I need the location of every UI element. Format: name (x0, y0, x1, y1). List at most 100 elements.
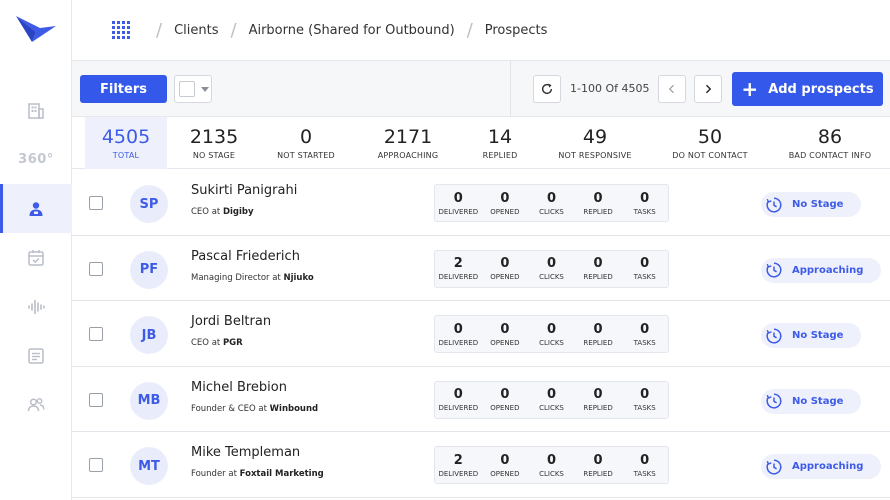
prospect-row[interactable]: PF Pascal Friederich Managing Director a… (72, 236, 890, 301)
prospect-company: Foxtail Marketing (239, 469, 324, 479)
prospect-row[interactable]: SP Sukirti Panigrahi CEO at Digiby 0 DELI… (72, 170, 890, 236)
stage-badge[interactable]: Approaching (761, 257, 882, 283)
stat-no-stage[interactable]: 2135 NO STAGE (174, 117, 254, 169)
prospect-name[interactable]: Pascal Friederich (191, 249, 300, 264)
avatar-initials: PF (139, 262, 159, 277)
sidebar-item-team[interactable] (0, 380, 72, 429)
prospect-name[interactable]: Jordi Beltran (191, 314, 271, 329)
breadcrumb-separator: / (466, 19, 473, 41)
bulk-select-dropdown[interactable] (174, 75, 212, 103)
stat-total[interactable]: 4505 TOTAL (85, 117, 167, 169)
sidebar-item-companies[interactable] (0, 86, 72, 135)
stat-label: APPROACHING (377, 151, 439, 160)
metric-value: 0 (453, 190, 463, 206)
metric-label: DELIVERED (438, 273, 479, 281)
users-icon (27, 397, 45, 411)
row-checkbox[interactable] (89, 458, 103, 472)
stat-not-responsive[interactable]: 49 NOT RESPONSIVE (550, 117, 640, 169)
stat-bad-contact-info[interactable]: 86 BAD CONTACT INFO (780, 117, 880, 169)
breadcrumb-item-clients[interactable]: Clients (174, 23, 218, 38)
metric-opened: 0 OPENED (482, 185, 529, 221)
stat-value: 4505 (101, 126, 151, 148)
audio-wave-icon (28, 299, 45, 314)
metric-label: REPLIED (583, 469, 613, 478)
metric-replied: 0 REPLIED (575, 447, 622, 483)
sidebar-item-360[interactable]: 360° (0, 135, 72, 184)
prospect-row[interactable]: MT Mike Templeman Founder at Foxtail Mar… (72, 432, 890, 498)
metric-value: 0 (640, 256, 650, 271)
metric-value: 0 (453, 387, 463, 402)
avatar: MB (130, 381, 168, 420)
stage-badge[interactable]: No Stage (761, 192, 862, 217)
metric-clicks: 0 CLICKS (528, 447, 575, 483)
engagement-metrics: 2 DELIVERED 0 OPENED 0 CLICKS 0 REPLIED 0 TASKS (434, 249, 669, 288)
prev-page-button[interactable] (658, 75, 686, 103)
metric-clicks: 0 CLICKS (528, 382, 575, 418)
prospect-company: PGR (222, 338, 243, 348)
stat-not-started[interactable]: 0 NOT STARTED (262, 117, 350, 169)
breadcrumb-item-client[interactable]: Airborne (Shared for Outbound) (249, 23, 455, 38)
stat-do-not-contact[interactable]: 50 DO NOT CONTACT (662, 117, 758, 169)
select-all-checkbox[interactable] (179, 81, 195, 97)
document-icon (28, 347, 44, 364)
metric-label: REPLIED (583, 404, 613, 412)
metric-label: TASKS (633, 338, 656, 347)
metric-value: 0 (546, 452, 556, 468)
metric-value: 0 (593, 387, 603, 402)
avatar: PF (130, 250, 168, 289)
stat-value: 2135 (189, 126, 239, 148)
filters-button[interactable]: Filters (80, 75, 167, 103)
toolbar-divider (510, 61, 511, 117)
clock-icon (766, 393, 782, 409)
stat-value: 49 (582, 126, 608, 148)
stat-value: 2171 (383, 126, 433, 148)
prospect-role: CEO at (191, 338, 221, 348)
prospect-company: Njiuko (283, 272, 314, 283)
refresh-button[interactable] (533, 75, 561, 103)
stat-approaching[interactable]: 2171 APPROACHING (364, 117, 452, 169)
row-checkbox[interactable] (89, 196, 103, 210)
metric-tasks: 0 TASKS (621, 447, 668, 483)
stage-label: No Stage (792, 199, 844, 210)
prospect-title: Founder & CEO at Winbound (191, 404, 318, 414)
logo-icon[interactable] (14, 14, 58, 44)
prospect-row[interactable]: JB Jordi Beltran CEO at PGR 0 DELIVERED 0 O… (72, 301, 890, 367)
metric-value: 0 (593, 190, 603, 206)
add-prospects-label: Add prospects (768, 81, 874, 97)
metric-label: REPLIED (583, 273, 613, 281)
metric-label: TASKS (633, 207, 656, 216)
metric-label: CLICKS (539, 338, 564, 347)
stat-replied[interactable]: 14 REPLIED (464, 117, 536, 169)
row-checkbox[interactable] (89, 392, 103, 407)
sidebar-item-documents[interactable] (0, 331, 72, 380)
next-page-button[interactable] (694, 75, 722, 103)
metric-value: 0 (546, 190, 556, 206)
avatar-initials: SP (139, 196, 159, 212)
stage-badge[interactable]: No Stage (761, 388, 862, 414)
prospect-name[interactable]: Sukirti Panigrahi (191, 183, 297, 198)
plus-icon: + (741, 77, 759, 101)
stage-badge[interactable]: Approaching (761, 454, 882, 479)
metric-delivered: 0 DELIVERED (435, 382, 482, 418)
sidebar-item-calendar[interactable] (0, 233, 72, 282)
sidebar: 360° (0, 0, 72, 500)
row-checkbox[interactable] (89, 327, 103, 341)
sidebar-item-audio[interactable] (0, 282, 72, 331)
add-prospects-button[interactable]: + Add prospects (732, 72, 883, 106)
metric-label: CLICKS (539, 207, 564, 216)
metric-opened: 0 OPENED (482, 316, 529, 352)
metric-label: DELIVERED (438, 469, 479, 478)
metric-label: TASKS (633, 273, 656, 281)
prospect-company: Winbound (269, 403, 319, 414)
stage-badge[interactable]: No Stage (761, 323, 862, 348)
sidebar-item-prospects[interactable] (0, 184, 72, 233)
prospect-name[interactable]: Mike Templeman (191, 445, 300, 460)
breadcrumb-separator: / (156, 19, 163, 41)
row-checkbox[interactable] (89, 261, 103, 276)
prospect-row[interactable]: MB Michel Brebion Founder & CEO at Winbo… (72, 367, 890, 432)
engagement-metrics: 2 DELIVERED 0 OPENED 0 CLICKS 0 REPLIED 0 TASKS (434, 446, 669, 484)
prospect-name[interactable]: Michel Brebion (191, 380, 287, 395)
metric-label: OPENED (490, 273, 520, 281)
stat-label: TOTAL (112, 151, 140, 160)
apps-grid-icon[interactable] (112, 21, 130, 39)
